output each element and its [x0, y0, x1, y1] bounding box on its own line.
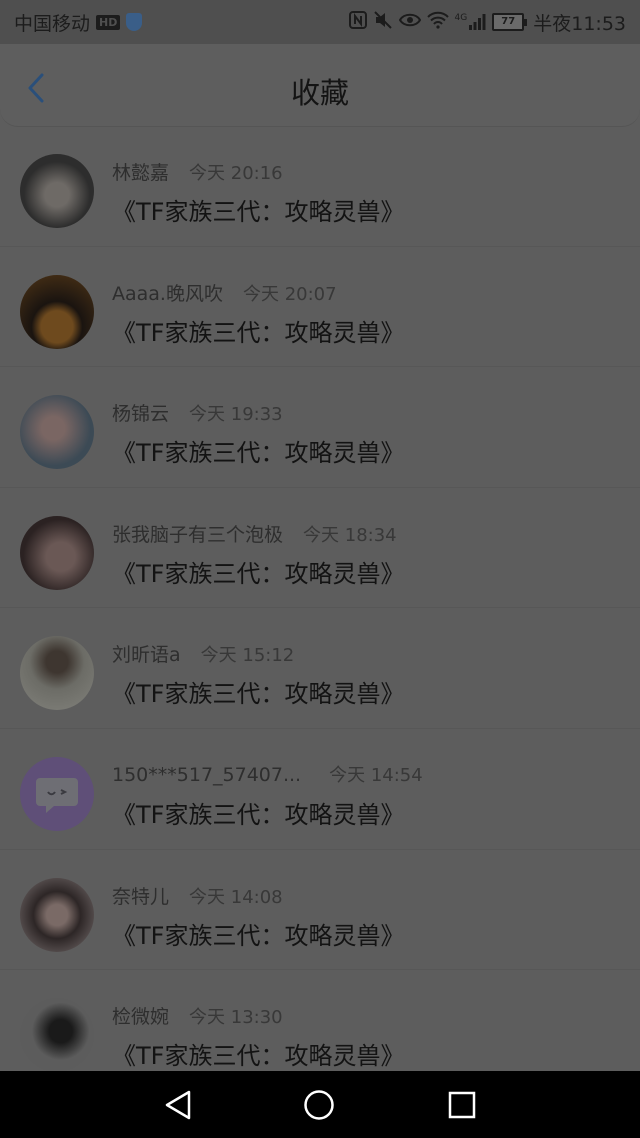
avatar[interactable] — [20, 515, 94, 590]
avatar[interactable] — [20, 636, 94, 711]
list-item[interactable]: 刘昕语a 今天 15:12 《TF家族三代：攻略灵兽》 — [0, 608, 640, 729]
author-name[interactable]: 张我脑子有三个泡极 — [112, 520, 283, 547]
post-time: 今天 18:34 — [303, 524, 397, 546]
item-title[interactable]: 《TF家族三代：攻略灵兽》 — [112, 192, 404, 227]
author-name[interactable]: 杨锦云 — [112, 399, 169, 426]
item-title[interactable]: 《TF家族三代：攻略灵兽》 — [112, 554, 404, 589]
page-title: 收藏 — [290, 76, 349, 110]
item-title[interactable]: 《TF家族三代：攻略灵兽》 — [112, 433, 404, 468]
status-bar-left: 中国移动 HD — [14, 9, 143, 36]
nfc-icon — [348, 10, 367, 34]
hd-badge: HD — [96, 14, 121, 30]
list-item[interactable]: 林懿嘉 今天 20:16 《TF家族三代：攻略灵兽》 — [0, 126, 640, 247]
wifi-icon — [426, 11, 449, 34]
post-time: 今天 19:33 — [189, 404, 283, 426]
nav-back-button[interactable] — [162, 1089, 194, 1121]
author-name[interactable]: 150***517_57407... — [112, 764, 301, 786]
avatar[interactable] — [20, 998, 94, 1073]
list-item[interactable]: 奈特儿 今天 14:08 《TF家族三代：攻略灵兽》 — [0, 850, 640, 971]
navigation-bar — [0, 1071, 640, 1138]
status-bar-right: 4G 77 半夜11:53 — [348, 9, 626, 36]
author-name[interactable]: Aaaa.晚风吹 — [112, 279, 223, 306]
eye-icon — [398, 12, 421, 33]
battery-icon: 77 — [492, 13, 528, 31]
avatar[interactable] — [20, 877, 94, 952]
mute-icon — [373, 10, 393, 34]
list-item[interactable]: Aaaa.晚风吹 今天 20:07 《TF家族三代：攻略灵兽》 — [0, 247, 640, 368]
list-item[interactable]: 150***517_57407... 今天 14:54 《TF家族三代：攻略灵兽》 — [0, 729, 640, 850]
status-bar: 中国移动 HD 4G 77 半夜11:53 — [0, 0, 640, 44]
nav-home-button[interactable] — [303, 1089, 335, 1121]
post-time: 今天 15:12 — [200, 645, 295, 667]
author-name[interactable]: 奈特儿 — [112, 882, 169, 909]
list-item[interactable]: 张我脑子有三个泡极 今天 18:34 《TF家族三代：攻略灵兽》 — [0, 488, 640, 609]
post-time: 今天 13:30 — [189, 1007, 283, 1029]
author-name[interactable]: 检微婉 — [112, 1002, 169, 1029]
circle-home-icon — [304, 1090, 334, 1120]
avatar[interactable] — [20, 154, 94, 228]
triangle-back-icon — [165, 1090, 191, 1120]
post-time: 今天 14:54 — [329, 764, 423, 786]
nav-recents-button[interactable] — [446, 1089, 478, 1121]
author-name[interactable]: 刘昕语a — [112, 640, 181, 667]
header: 收藏 — [0, 44, 640, 127]
network-type: 4G — [454, 13, 468, 23]
item-title[interactable]: 《TF家族三代：攻略灵兽》 — [112, 1036, 404, 1071]
favorites-list: 林懿嘉 今天 20:16 《TF家族三代：攻略灵兽》 Aaaa.晚风吹 今天 20:… — [0, 126, 640, 1090]
item-title[interactable]: 《TF家族三代：攻略灵兽》 — [112, 795, 404, 830]
author-name[interactable]: 林懿嘉 — [112, 158, 169, 185]
list-item[interactable]: 杨锦云 今天 19:33 《TF家族三代：攻略灵兽》 — [0, 367, 640, 488]
chat-bubble-icon — [36, 777, 78, 813]
item-title[interactable]: 《TF家族三代：攻略灵兽》 — [112, 313, 404, 348]
post-time: 今天 14:08 — [189, 886, 283, 908]
signal-icon: 4G — [455, 13, 487, 31]
avatar[interactable] — [20, 756, 94, 831]
post-time: 今天 20:07 — [242, 283, 337, 305]
avatar[interactable] — [20, 395, 94, 470]
carrier-name: 中国移动 — [14, 12, 91, 35]
avatar[interactable] — [20, 274, 94, 349]
clock: 半夜11:53 — [533, 12, 626, 35]
item-title[interactable]: 《TF家族三代：攻略灵兽》 — [112, 916, 404, 951]
item-title[interactable]: 《TF家族三代：攻略灵兽》 — [112, 674, 404, 709]
security-shield-icon — [126, 13, 143, 31]
battery-level: 77 — [492, 13, 525, 31]
post-time: 今天 20:16 — [189, 163, 283, 184]
square-recents-icon — [448, 1091, 476, 1119]
